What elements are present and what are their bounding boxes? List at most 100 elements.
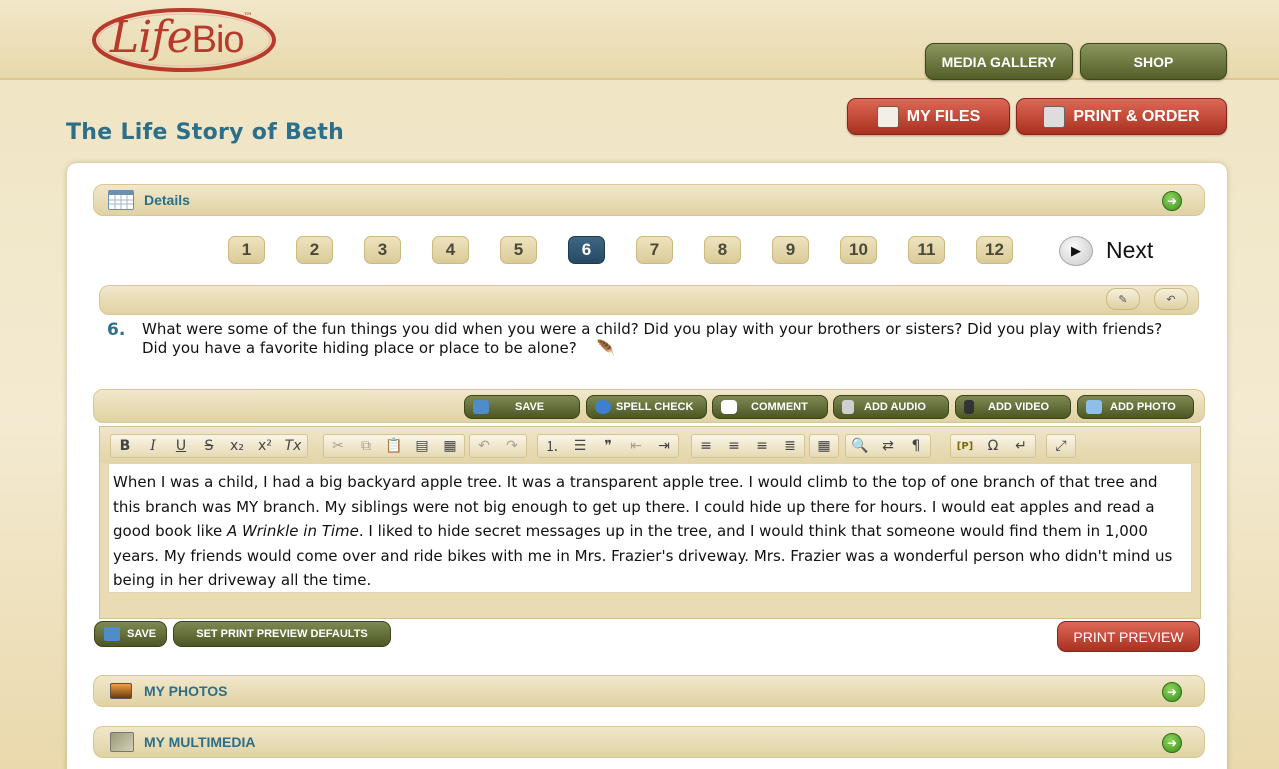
- paste-icon[interactable]: 📋: [380, 435, 408, 457]
- bold-icon[interactable]: B: [111, 435, 139, 457]
- save-top-button[interactable]: SAVE: [464, 395, 580, 419]
- my-files-button[interactable]: MY FILES: [847, 98, 1010, 135]
- bullet-list-icon[interactable]: ☰: [566, 435, 594, 457]
- justify-icon[interactable]: ≣: [776, 435, 804, 457]
- page-button-2[interactable]: 2: [296, 236, 333, 264]
- italic-icon[interactable]: I: [139, 435, 167, 457]
- page-break-icon[interactable]: ↵: [1007, 435, 1035, 457]
- align-center-icon[interactable]: ≡: [720, 435, 748, 457]
- toolbar-group-clipboard: ✂ ⧉ 📋 ▤ ▦: [323, 434, 465, 458]
- page-button-5[interactable]: 5: [500, 236, 537, 264]
- copy-icon[interactable]: ⧉: [352, 435, 380, 457]
- page-button-11[interactable]: 11: [908, 236, 945, 264]
- replace-icon[interactable]: ⇄: [874, 435, 902, 457]
- underline-icon[interactable]: U: [167, 435, 195, 457]
- my-multimedia-label: MY MULTIMEDIA: [144, 734, 256, 750]
- numbered-list-icon[interactable]: ⒈: [538, 435, 566, 457]
- maximize-icon[interactable]: ⤢: [1047, 435, 1075, 457]
- print-order-label: PRINT & ORDER: [1073, 107, 1200, 125]
- table-icon[interactable]: ▦: [810, 435, 838, 457]
- strikethrough-icon[interactable]: S: [195, 435, 223, 457]
- save-bottom-label: SAVE: [127, 628, 157, 640]
- printer-icon: [1043, 105, 1066, 128]
- outdent-icon[interactable]: ⇤: [622, 435, 650, 457]
- redo-icon[interactable]: ↷: [498, 435, 526, 457]
- align-left-icon[interactable]: ≡: [692, 435, 720, 457]
- toolbar-group-view: ⤢: [1046, 434, 1076, 458]
- logo-text: LifeBio™: [110, 12, 253, 63]
- save-bottom-button[interactable]: SAVE: [94, 621, 167, 647]
- find-icon[interactable]: 🔍: [846, 435, 874, 457]
- subscript-icon[interactable]: x₂: [223, 435, 251, 457]
- undo-arrow-icon[interactable]: ↶: [1154, 288, 1188, 310]
- photos-icon: [110, 683, 132, 699]
- logo-life: Life: [110, 12, 193, 63]
- toolbar-group-format: B I U S x₂ x² Tx: [110, 434, 308, 458]
- page-button-9[interactable]: 9: [772, 236, 809, 264]
- my-multimedia-bar[interactable]: MY MULTIMEDIA ➜: [93, 726, 1205, 758]
- print-preview-label: PRINT PREVIEW: [1073, 628, 1184, 645]
- special-character-icon[interactable]: Ω: [979, 435, 1007, 457]
- speaker-icon: [842, 400, 854, 414]
- feather-icon: 🪶: [596, 339, 616, 357]
- print-preview-button[interactable]: PRINT PREVIEW: [1057, 621, 1200, 652]
- next-label[interactable]: Next: [1106, 237, 1153, 264]
- set-print-preview-defaults-button[interactable]: SET PRINT PREVIEW DEFAULTS: [173, 621, 391, 647]
- add-video-button[interactable]: ADD VIDEO: [955, 395, 1071, 419]
- page-button-7[interactable]: 7: [636, 236, 673, 264]
- placeholder-icon[interactable]: [P]: [951, 435, 979, 457]
- page-title: The Life Story of Beth: [66, 120, 345, 145]
- remove-format-icon[interactable]: Tx: [279, 435, 307, 457]
- arrow-right-circle-icon[interactable]: ➜: [1162, 682, 1182, 702]
- my-files-label: MY FILES: [906, 107, 981, 125]
- lifebio-logo[interactable]: LifeBio™: [90, 4, 280, 74]
- paste-word-icon[interactable]: ▦: [436, 435, 464, 457]
- question-text: What were some of the fun things you did…: [142, 320, 1163, 357]
- logo-tm: ™: [243, 12, 253, 22]
- answer-book-title: A Wrinkle in Time: [226, 522, 359, 540]
- page-button-8[interactable]: 8: [704, 236, 741, 264]
- answer-textarea[interactable]: When I was a child, I had a big backyard…: [108, 463, 1192, 593]
- arrow-right-circle-icon[interactable]: ➜: [1162, 733, 1182, 753]
- spell-check-button[interactable]: SPELL CHECK: [586, 395, 707, 419]
- toolbar-group-find: 🔍 ⇄ ¶: [845, 434, 931, 458]
- align-right-icon[interactable]: ≡: [748, 435, 776, 457]
- edit-pencil-icon[interactable]: ✎: [1106, 288, 1140, 310]
- comment-label: COMMENT: [751, 401, 808, 413]
- page-button-12[interactable]: 12: [976, 236, 1013, 264]
- undo-icon[interactable]: ↶: [470, 435, 498, 457]
- indent-icon[interactable]: ⇥: [650, 435, 678, 457]
- page-button-1[interactable]: 1: [228, 236, 265, 264]
- media-gallery-button[interactable]: MEDIA GALLERY: [925, 43, 1073, 80]
- add-audio-button[interactable]: ADD AUDIO: [833, 395, 949, 419]
- arrow-right-circle-icon[interactable]: ➜: [1162, 191, 1182, 211]
- question-toolbar: ✎ ↶: [99, 285, 1199, 315]
- video-camera-icon: [964, 400, 974, 414]
- my-photos-bar[interactable]: MY PHOTOS ➜: [93, 675, 1205, 707]
- page-button-4[interactable]: 4: [432, 236, 469, 264]
- toolbar-group-insert: [P] Ω ↵: [950, 434, 1036, 458]
- comment-button[interactable]: COMMENT: [712, 395, 828, 419]
- editor-toolbar: B I U S x₂ x² Tx ✂ ⧉ 📋 ▤ ▦ ↶ ↷ ⒈ ☰ ❞ ⇤ ⇥…: [100, 427, 1200, 463]
- page-button-3[interactable]: 3: [364, 236, 401, 264]
- print-order-button[interactable]: PRINT & ORDER: [1016, 98, 1227, 135]
- details-label: Details: [144, 192, 190, 208]
- film-reel-icon: [110, 732, 134, 752]
- details-bar[interactable]: Details ➜: [93, 184, 1205, 216]
- format-block-icon[interactable]: ¶: [902, 435, 930, 457]
- superscript-icon[interactable]: x²: [251, 435, 279, 457]
- add-photo-button[interactable]: ADD PHOTO: [1077, 395, 1194, 419]
- my-photos-label: MY PHOTOS: [144, 683, 228, 699]
- paste-text-icon[interactable]: ▤: [408, 435, 436, 457]
- cut-icon[interactable]: ✂: [324, 435, 352, 457]
- toolbar-group-history: ↶ ↷: [469, 434, 527, 458]
- page-button-10[interactable]: 10: [840, 236, 877, 264]
- blockquote-icon[interactable]: ❞: [594, 435, 622, 457]
- shop-label: SHOP: [1133, 53, 1174, 70]
- set-print-preview-defaults-label: SET PRINT PREVIEW DEFAULTS: [196, 628, 368, 640]
- page-button-6-current[interactable]: 6: [568, 236, 605, 264]
- question-number: 6.: [107, 320, 126, 340]
- play-next-icon[interactable]: ▶: [1059, 236, 1093, 266]
- shop-button[interactable]: SHOP: [1080, 43, 1227, 80]
- calendar-icon: [108, 190, 134, 210]
